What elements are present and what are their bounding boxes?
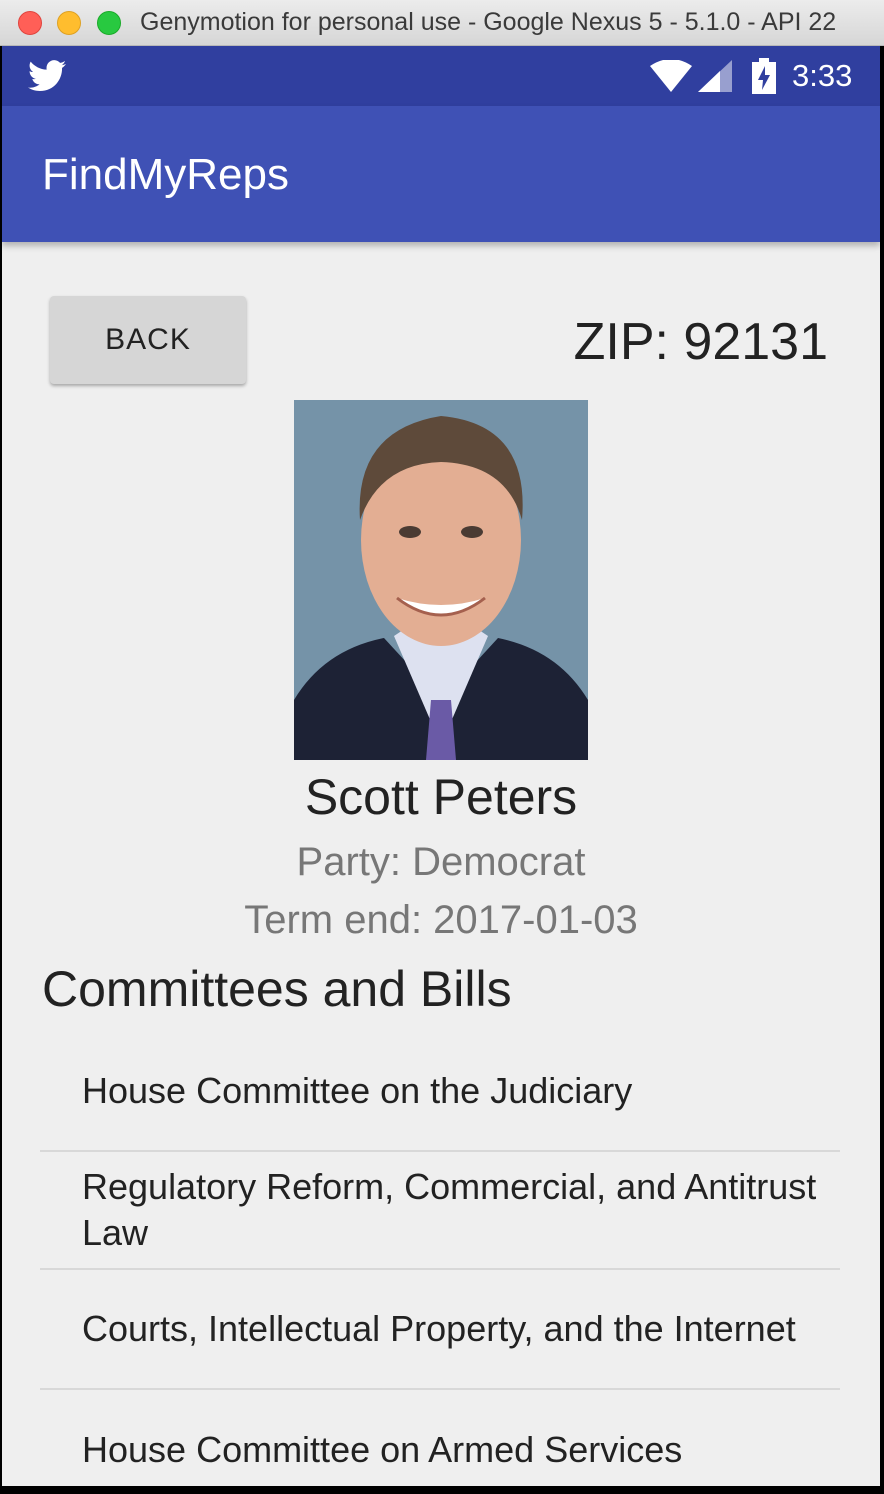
committee-item[interactable]: Regulatory Reform, Commercial, and Antit…: [40, 1152, 840, 1270]
status-bar: 3:33: [2, 46, 880, 106]
representative-name: Scott Peters: [304, 769, 578, 825]
zoom-window-button[interactable]: [97, 11, 121, 35]
committee-list: House Committee on the Judiciary Regulat…: [40, 1032, 840, 1486]
minimize-window-button[interactable]: [57, 11, 81, 35]
committee-label: Courts, Intellectual Property, and the I…: [82, 1308, 796, 1349]
committees-section-title: Committees and Bills: [42, 961, 512, 1017]
representative-photo: [294, 400, 588, 760]
app-bar: FindMyReps: [2, 106, 880, 242]
committee-item[interactable]: House Committee on the Judiciary: [40, 1032, 840, 1152]
signal-icon: [698, 60, 732, 92]
committee-item[interactable]: Courts, Intellectual Property, and the I…: [40, 1270, 840, 1390]
close-window-button[interactable]: [18, 11, 42, 35]
twitter-icon: [28, 60, 66, 92]
app-title: FindMyReps: [42, 150, 289, 199]
committee-label: House Committee on the Judiciary: [82, 1070, 633, 1111]
party-label: Party: Democrat: [296, 840, 586, 884]
zip-label: ZIP: 92131: [573, 313, 828, 371]
committee-label: Regulatory Reform, Commercial, and Antit…: [82, 1166, 817, 1253]
android-screen: 3:33 FindMyReps BACK ZIP: 92131 Scott Pe…: [2, 46, 880, 1486]
status-clock: 3:33: [792, 58, 853, 93]
wifi-icon: [650, 60, 692, 92]
committee-item[interactable]: House Committee on Armed Services: [40, 1390, 840, 1486]
battery-charging-icon: [752, 58, 776, 94]
window-title-bar: Genymotion for personal use - Google Nex…: [0, 0, 884, 46]
committee-label: House Committee on Armed Services: [82, 1429, 683, 1470]
back-button[interactable]: BACK: [50, 296, 246, 384]
term-end-label: Term end: 2017-01-03: [244, 898, 638, 942]
window-title: Genymotion for personal use - Google Nex…: [140, 8, 837, 36]
